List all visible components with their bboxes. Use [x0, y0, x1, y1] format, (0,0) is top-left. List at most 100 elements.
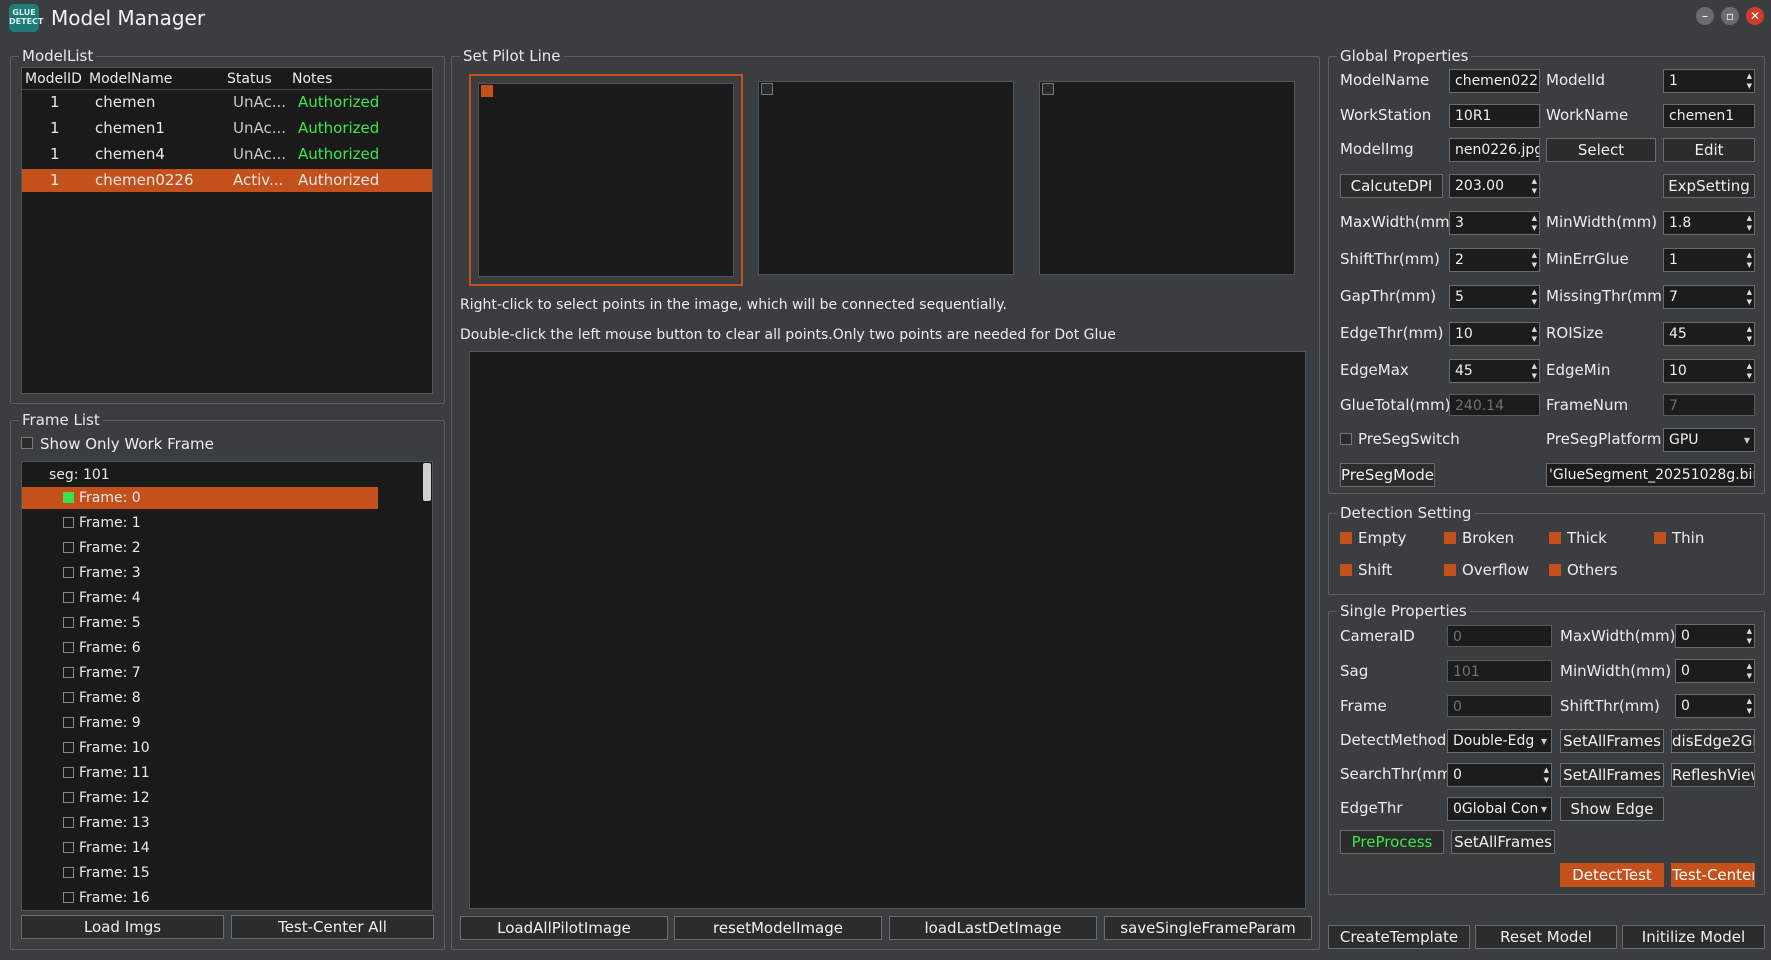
frame-item[interactable]: Frame: 10 [22, 737, 378, 759]
single-min-width-spinbox[interactable]: 0 [1675, 659, 1755, 683]
frame-item[interactable]: Frame: 15 [22, 862, 378, 884]
frame-item-selected[interactable]: Frame: 0 [22, 487, 378, 509]
detect-overflow-checkbox[interactable] [1444, 564, 1456, 576]
workname-field[interactable]: chemen1 [1663, 104, 1755, 128]
show-only-work-frame-checkbox[interactable] [21, 437, 33, 449]
detect-method-select[interactable]: Double-Edg [1447, 729, 1552, 753]
pilot-thumb-1-frame[interactable] [469, 74, 743, 286]
frame-item[interactable]: Frame: 9 [22, 712, 378, 734]
detect-others-checkbox[interactable] [1549, 564, 1561, 576]
frame-checkbox[interactable] [63, 492, 74, 503]
frame-item[interactable]: Frame: 12 [22, 787, 378, 809]
frame-checkbox[interactable] [63, 842, 74, 853]
set-all-frames-button-2[interactable]: SetAllFrames [1560, 763, 1664, 787]
search-thr-spinbox[interactable]: 0 [1447, 763, 1552, 787]
frame-checkbox[interactable] [63, 542, 74, 553]
frame-item[interactable]: Frame: 5 [22, 612, 378, 634]
frame-item[interactable]: Frame: 6 [22, 637, 378, 659]
model-img-field[interactable]: nen0226.jpg [1449, 138, 1540, 162]
frame-checkbox[interactable] [63, 767, 74, 778]
pilot-image-canvas[interactable] [469, 351, 1306, 909]
initialize-model-button[interactable]: Initilize Model [1622, 925, 1765, 949]
reset-model-button[interactable]: Reset Model [1475, 925, 1617, 949]
preseg-platform-select[interactable]: GPU [1663, 428, 1755, 452]
table-row[interactable]: 1 chemen4 UnAc... Authorized [22, 143, 432, 166]
frame-checkbox[interactable] [63, 667, 74, 678]
frame-item[interactable]: Frame: 1 [22, 512, 378, 534]
frame-checkbox[interactable] [63, 642, 74, 653]
frame-item[interactable]: Frame: 2 [22, 537, 378, 559]
show-edge-button[interactable]: Show Edge [1560, 797, 1664, 821]
dpi-spinbox[interactable]: 203.00 [1449, 174, 1540, 198]
frame-checkbox[interactable] [63, 817, 74, 828]
frame-item[interactable]: Frame: 8 [22, 687, 378, 709]
segment-node[interactable]: seg: 101 [49, 464, 110, 486]
frame-checkbox[interactable] [63, 867, 74, 878]
table-row[interactable]: 1 chemen1 UnAc... Authorized [22, 117, 432, 140]
dis-edge-button[interactable]: disEdge2Gl [1671, 729, 1755, 753]
frame-checkbox[interactable] [63, 692, 74, 703]
detect-broken-checkbox[interactable] [1444, 532, 1456, 544]
col-status[interactable]: Status [227, 68, 272, 90]
test-center-button[interactable]: Test-Center [1671, 863, 1755, 887]
single-max-width-spinbox[interactable]: 0 [1675, 624, 1755, 648]
set-all-frames-button-3[interactable]: SetAllFrames [1451, 830, 1555, 854]
frame-item[interactable]: Frame: 16 [22, 887, 378, 909]
preprocess-button[interactable]: PreProcess [1340, 830, 1444, 854]
model-name-field[interactable]: chemen0226 [1449, 69, 1540, 93]
shift-thr-spinbox[interactable]: 2 [1449, 248, 1540, 272]
frame-checkbox[interactable] [63, 892, 74, 903]
detect-thick-checkbox[interactable] [1549, 532, 1561, 544]
select-image-button[interactable]: Select [1546, 138, 1656, 162]
pilot-thumb-1-checkbox[interactable] [481, 85, 493, 97]
frame-tree[interactable]: seg: 101 Frame: 0 Frame: 1 Frame: 2 Frame: … [21, 461, 433, 911]
edge-min-spinbox[interactable]: 10 [1663, 359, 1755, 383]
roi-size-spinbox[interactable]: 45 [1663, 322, 1755, 346]
frame-item[interactable]: Frame: 14 [22, 837, 378, 859]
frame-checkbox[interactable] [63, 517, 74, 528]
frame-checkbox[interactable] [63, 567, 74, 578]
min-err-glue-spinbox[interactable]: 1 [1663, 248, 1755, 272]
pilot-thumb-2-checkbox[interactable] [761, 83, 773, 95]
model-id-spinbox[interactable]: 1 [1663, 69, 1755, 93]
frame-item[interactable]: Frame: 7 [22, 662, 378, 684]
frame-checkbox[interactable] [63, 717, 74, 728]
load-last-det-image-button[interactable]: loadLastDetImage [889, 916, 1097, 940]
pilot-thumb-3[interactable] [1039, 81, 1295, 275]
gap-thr-spinbox[interactable]: 5 [1449, 285, 1540, 309]
min-width-spinbox[interactable]: 1.8 [1663, 211, 1755, 235]
save-single-frame-param-button[interactable]: saveSingleFrameParam [1104, 916, 1312, 940]
max-width-spinbox[interactable]: 3 [1449, 211, 1540, 235]
missing-thr-spinbox[interactable]: 7 [1663, 285, 1755, 309]
load-all-pilot-image-button[interactable]: LoadAllPilotImage [460, 916, 668, 940]
maximize-icon[interactable]: ▫ [1721, 7, 1739, 25]
detect-empty-checkbox[interactable] [1340, 532, 1352, 544]
preseg-model-button[interactable]: PreSegModel [1340, 463, 1435, 487]
frame-checkbox[interactable] [63, 792, 74, 803]
col-notes[interactable]: Notes [292, 68, 332, 90]
close-icon[interactable]: ✕ [1746, 7, 1764, 25]
frame-item[interactable]: Frame: 11 [22, 762, 378, 784]
detect-shift-checkbox[interactable] [1340, 564, 1352, 576]
test-center-all-button[interactable]: Test-Center All [231, 915, 434, 939]
frame-item[interactable]: Frame: 4 [22, 587, 378, 609]
pilot-thumb-1[interactable] [478, 83, 734, 277]
edge-thr-spinbox[interactable]: 10 [1449, 322, 1540, 346]
frame-checkbox[interactable] [63, 742, 74, 753]
workstation-field[interactable]: 10R1 [1449, 104, 1540, 128]
single-shift-thr-spinbox[interactable]: 0 [1675, 694, 1755, 718]
frame-item[interactable]: Frame: 13 [22, 812, 378, 834]
exp-setting-button[interactable]: ExpSetting [1663, 174, 1755, 198]
refresh-view-button[interactable]: RefleshView [1671, 763, 1755, 787]
frame-checkbox[interactable] [63, 617, 74, 628]
detect-thin-checkbox[interactable] [1654, 532, 1666, 544]
pilot-thumb-2[interactable] [758, 81, 1014, 275]
detect-test-button[interactable]: DetectTest [1560, 863, 1664, 887]
edge-max-spinbox[interactable]: 45 [1449, 359, 1540, 383]
create-template-button[interactable]: CreateTemplate [1328, 925, 1470, 949]
minimize-icon[interactable]: – [1696, 7, 1714, 25]
table-row-selected[interactable]: 1 chemen0226 Activ... Authorized [22, 169, 432, 192]
table-row[interactable]: 1 chemen UnAc... Authorized [22, 91, 432, 114]
calc-dpi-button[interactable]: CalcuteDPI [1340, 174, 1443, 198]
load-imgs-button[interactable]: Load Imgs [21, 915, 224, 939]
